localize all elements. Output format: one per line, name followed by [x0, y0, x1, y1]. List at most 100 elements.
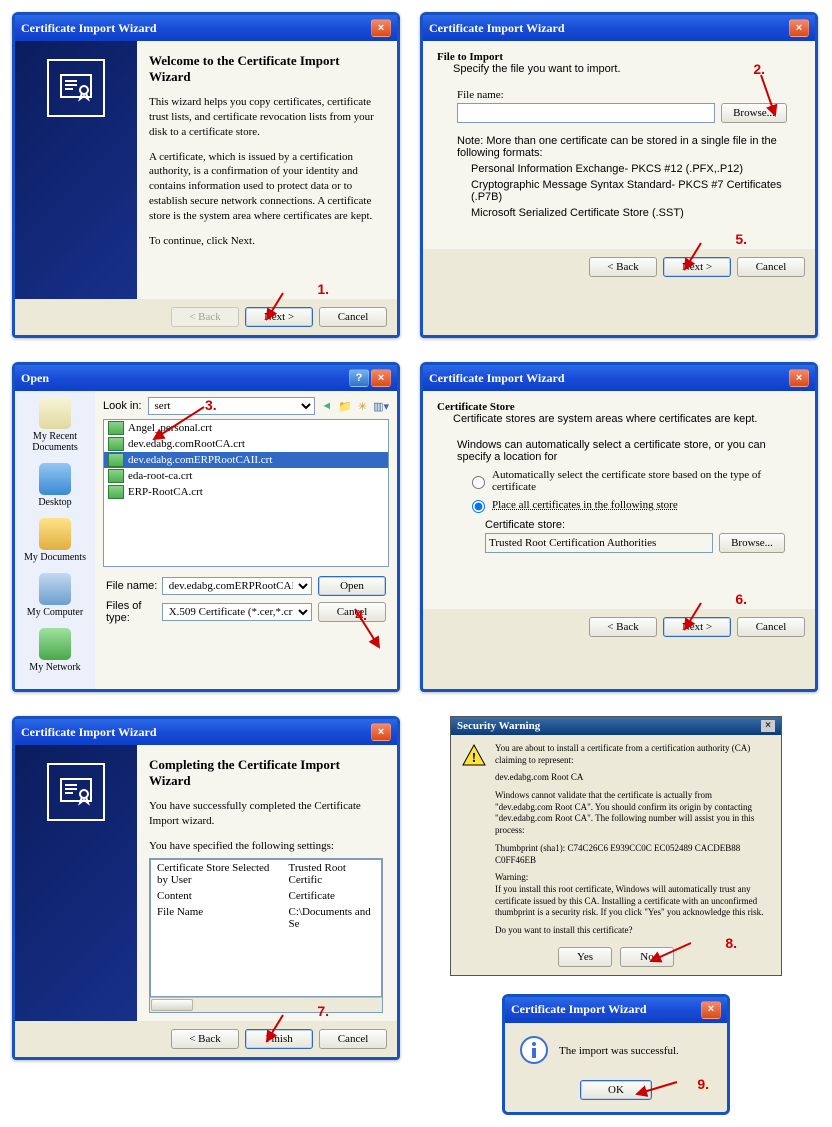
- back-button[interactable]: < Back: [589, 617, 657, 637]
- complete-p2: You have specified the following setting…: [149, 839, 383, 854]
- step-1-label: 1.: [317, 281, 329, 297]
- places-bar: My Recent Documents Desktop My Documents…: [15, 391, 95, 689]
- close-icon[interactable]: ×: [789, 19, 809, 37]
- list-item[interactable]: ERP-RootCA.crt: [104, 484, 388, 500]
- place-network[interactable]: My Network: [20, 628, 90, 673]
- browse-button[interactable]: Browse...: [719, 533, 785, 553]
- browse-button[interactable]: Browse...: [721, 103, 787, 123]
- wizard-file-import-window: Certificate Import Wizard × File to Impo…: [420, 12, 818, 338]
- close-icon[interactable]: ×: [371, 723, 391, 741]
- titlebar: Open ?×: [15, 365, 397, 391]
- wizard-complete-window: Certificate Import Wizard × Completing t…: [12, 716, 400, 1060]
- security-warning-window: Security Warning × ! You are about to in…: [450, 716, 782, 976]
- cert-file-icon: [108, 437, 124, 451]
- file-name-input[interactable]: [457, 103, 715, 123]
- wizard-side-banner: [15, 41, 137, 299]
- next-button[interactable]: Next >: [663, 257, 731, 277]
- ok-button[interactable]: OK: [580, 1080, 652, 1100]
- next-button[interactable]: Next >: [663, 617, 731, 637]
- store-input: [485, 533, 713, 553]
- certificate-icon: [47, 763, 105, 821]
- step-3-label: 3.: [205, 397, 217, 413]
- cancel-button[interactable]: Cancel: [319, 307, 387, 327]
- complete-p1: You have successfully completed the Cert…: [149, 799, 383, 829]
- close-icon[interactable]: ×: [371, 369, 391, 387]
- file-name-label: File name:: [457, 89, 801, 101]
- store-label: Certificate store:: [485, 519, 801, 531]
- list-item[interactable]: dev.edabg.comRootCA.crt: [104, 436, 388, 452]
- up-level-icon[interactable]: 📁: [338, 400, 352, 413]
- no-button[interactable]: No: [620, 947, 674, 967]
- step-7-label: 7.: [317, 1003, 329, 1019]
- sec-line4: Thumbprint (sha1): C74C26C6 E939CC0C EC0…: [495, 843, 771, 866]
- format-1: Personal Information Exchange- PKCS #12 …: [471, 163, 801, 175]
- table-row: File NameC:\Documents and Se: [151, 904, 382, 932]
- new-folder-icon[interactable]: ✳: [358, 400, 367, 413]
- place-desktop[interactable]: Desktop: [20, 463, 90, 508]
- file-list[interactable]: Angel_personal.crt dev.edabg.comRootCA.c…: [103, 419, 389, 567]
- titlebar: Certificate Import Wizard ×: [15, 719, 397, 745]
- place-mycomputer[interactable]: My Computer: [20, 573, 90, 618]
- title: Open: [21, 371, 49, 386]
- file-type-combo[interactable]: X.509 Certificate (*.cer,*.crt): [162, 603, 312, 621]
- titlebar: Certificate Import Wizard ×: [423, 365, 815, 391]
- close-icon[interactable]: ×: [371, 19, 391, 37]
- close-icon[interactable]: ×: [701, 1001, 721, 1019]
- horizontal-scrollbar[interactable]: [150, 997, 382, 1012]
- help-icon[interactable]: ?: [349, 369, 369, 387]
- info-icon: [519, 1035, 549, 1068]
- radio-auto-store[interactable]: [472, 476, 485, 489]
- step-9-label: 9.: [697, 1076, 709, 1092]
- titlebar: Certificate Import Wizard ×: [423, 15, 815, 41]
- table-row: ContentCertificate: [151, 888, 382, 904]
- back-button: < Back: [171, 307, 239, 327]
- cert-file-icon: [108, 421, 124, 435]
- note-text: Note: More than one certificate can be s…: [457, 135, 801, 159]
- radio-place-store[interactable]: [472, 500, 485, 513]
- cert-file-icon: [108, 453, 124, 467]
- views-icon[interactable]: ▥▾: [373, 400, 389, 413]
- look-in-select[interactable]: sert: [148, 397, 316, 415]
- close-icon[interactable]: ×: [761, 720, 775, 732]
- cancel-button[interactable]: Cancel: [318, 602, 386, 622]
- import-success-window: Certificate Import Wizard × The import w…: [502, 994, 730, 1115]
- group-subtitle: Certificate stores are system areas wher…: [453, 413, 801, 425]
- sec-warning-label: Warning:: [495, 872, 771, 884]
- cancel-button[interactable]: Cancel: [737, 257, 805, 277]
- format-3: Microsoft Serialized Certificate Store (…: [471, 207, 801, 219]
- list-item-selected[interactable]: dev.edabg.comERPRootCAII.crt: [104, 452, 388, 468]
- sec-line3: Windows cannot validate that the certifi…: [495, 790, 771, 837]
- title: Certificate Import Wizard: [21, 725, 157, 740]
- yes-button[interactable]: Yes: [558, 947, 612, 967]
- open-button[interactable]: Open: [318, 576, 386, 596]
- cert-file-icon: [108, 485, 124, 499]
- step-5-label: 5.: [735, 231, 747, 247]
- list-item[interactable]: eda-root-ca.crt: [104, 468, 388, 484]
- sec-line2: dev.edabg.com Root CA: [495, 772, 771, 784]
- table-row: Certificate Store Selected by UserTruste…: [151, 859, 382, 888]
- group-subtitle: Specify the file you want to import.: [453, 63, 801, 75]
- wizard-welcome-window: Certificate Import Wizard × Welcome to t…: [12, 12, 400, 338]
- group-title: File to Import: [437, 51, 801, 63]
- close-icon[interactable]: ×: [789, 369, 809, 387]
- titlebar: Certificate Import Wizard ×: [15, 15, 397, 41]
- place-recent[interactable]: My Recent Documents: [20, 397, 90, 453]
- place-mydocs[interactable]: My Documents: [20, 518, 90, 563]
- page-heading: Completing the Certificate Import Wizard: [149, 757, 383, 789]
- step-2-label: 2.: [753, 61, 765, 77]
- titlebar: Security Warning ×: [451, 717, 781, 735]
- cancel-button[interactable]: Cancel: [737, 617, 805, 637]
- cancel-button[interactable]: Cancel: [319, 1029, 387, 1049]
- finish-button[interactable]: Finish: [245, 1029, 313, 1049]
- format-2: Cryptographic Message Syntax Standard- P…: [471, 179, 801, 203]
- svg-text:!: !: [472, 751, 477, 766]
- list-item[interactable]: Angel_personal.crt: [104, 420, 388, 436]
- nav-back-icon[interactable]: ◄: [321, 400, 332, 412]
- intro-p1: This wizard helps you copy certificates,…: [149, 95, 383, 140]
- step-8-label: 8.: [725, 935, 737, 951]
- file-name-combo[interactable]: dev.edabg.comERPRootCAII.crt: [162, 577, 312, 595]
- back-button[interactable]: < Back: [171, 1029, 239, 1049]
- back-button[interactable]: < Back: [589, 257, 657, 277]
- next-button[interactable]: Next >: [245, 307, 313, 327]
- open-dialog-window: Open ?× My Recent Documents Desktop My D…: [12, 362, 400, 692]
